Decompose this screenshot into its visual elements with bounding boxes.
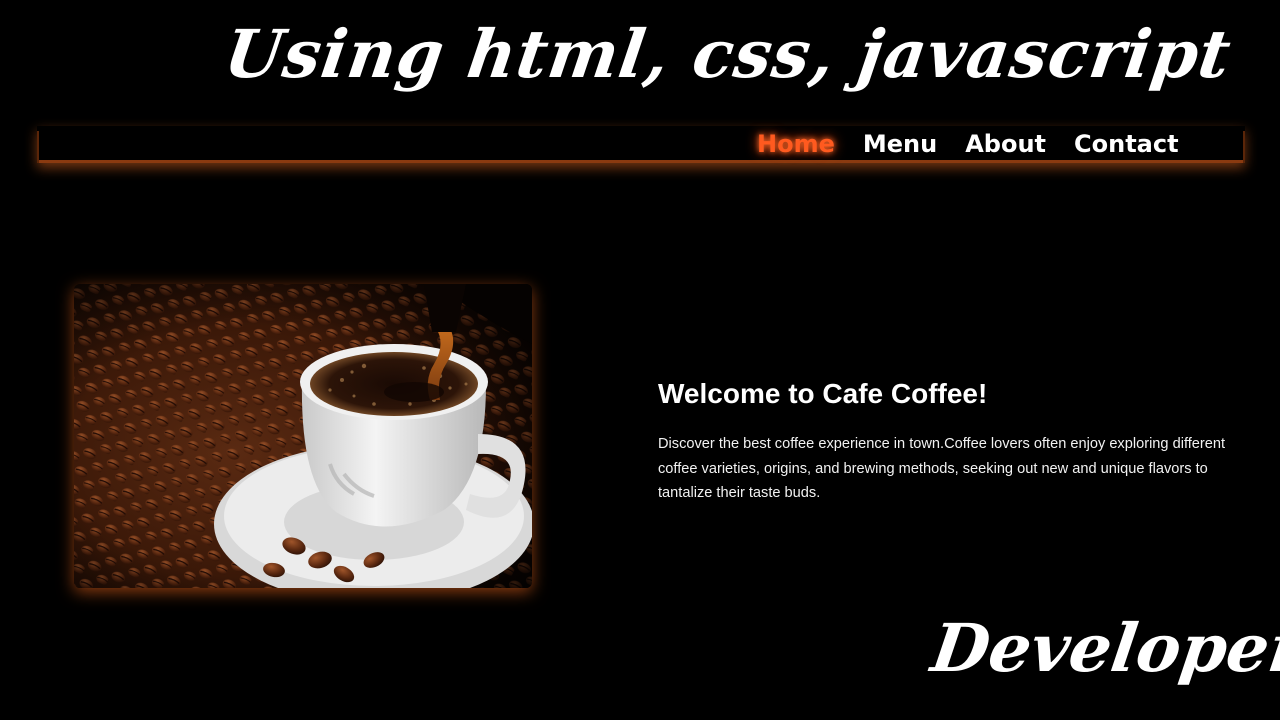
nav-link-menu[interactable]: Menu (863, 130, 937, 158)
nav-links: Home Menu About Contact (757, 126, 1207, 162)
hero-coffee-image (74, 284, 532, 588)
nav-link-contact[interactable]: Contact (1074, 130, 1179, 158)
navbar: Home Menu About Contact (37, 126, 1245, 163)
nav-link-home[interactable]: Home (757, 130, 835, 158)
coffee-cup-illustration (74, 284, 532, 588)
welcome-text: Discover the best coffee experience in t… (658, 436, 1226, 501)
banner-title: Using html, css, javascript (219, 15, 1237, 93)
banner-footer: Developer (926, 609, 1280, 687)
nav-link-about[interactable]: About (965, 130, 1046, 158)
welcome-heading: Welcome to Cafe Coffee! (658, 378, 988, 409)
